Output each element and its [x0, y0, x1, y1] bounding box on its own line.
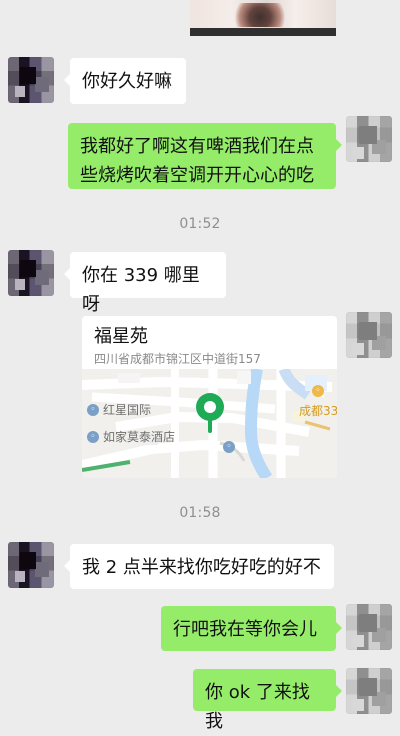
outgoing-message-bubble[interactable]: 我都好了啊这有啤酒我们在点 些烧烤吹着空调开开心心的吃 [68, 123, 342, 189]
map-label: 如家莫泰酒店 [103, 430, 176, 444]
map-preview[interactable]: ◦ 红星国际 ◦ 如家莫泰酒店 ◦ 成都33 ◦ [82, 369, 337, 478]
incoming-message-bubble[interactable]: 你在 339 哪里呀 [64, 252, 226, 315]
location-card[interactable]: 福星苑 四川省成都市锦江区中道街157 ◦ 红星国际 ◦ 如家莫泰酒店 ◦ 成都… [82, 316, 337, 478]
map-label: 红星国际 [103, 403, 152, 417]
user-avatar[interactable] [346, 312, 392, 358]
map-poi-icon: ◦ [223, 441, 235, 453]
message-timestamp: 01:58 [179, 505, 221, 521]
location-pin-stem [208, 417, 212, 433]
outgoing-message-bubble[interactable]: 行吧我在等你会儿 [161, 606, 342, 651]
message-timestamp: 01:52 [179, 216, 221, 232]
map-poi-icon: ◦ [312, 385, 324, 397]
user-avatar[interactable] [346, 604, 392, 650]
map-label: 成都33 [299, 404, 337, 418]
incoming-message-bubble[interactable]: 我 2 点半来找你吃好吃的好不 [64, 544, 334, 589]
top-strip [0, 0, 400, 40]
contact-avatar[interactable] [8, 542, 54, 588]
incoming-message-bubble[interactable]: 你好久好嘛 [64, 58, 186, 104]
contact-avatar[interactable] [8, 57, 54, 103]
outgoing-message-bubble[interactable]: 你 ok 了来找我 [193, 669, 342, 732]
map-poi-icon: ◦ [87, 431, 99, 443]
contact-avatar[interactable] [8, 250, 54, 296]
location-header: 福星苑 四川省成都市锦江区中道街157 [82, 316, 337, 369]
location-title: 福星苑 [94, 326, 148, 347]
map-poi-icon: ◦ [87, 404, 99, 416]
location-pin-icon [196, 393, 224, 433]
photo-message-thumbnail[interactable] [190, 0, 336, 36]
location-address: 四川省成都市锦江区中道街157 [94, 352, 261, 366]
user-avatar[interactable] [346, 116, 392, 162]
user-avatar[interactable] [346, 668, 392, 714]
